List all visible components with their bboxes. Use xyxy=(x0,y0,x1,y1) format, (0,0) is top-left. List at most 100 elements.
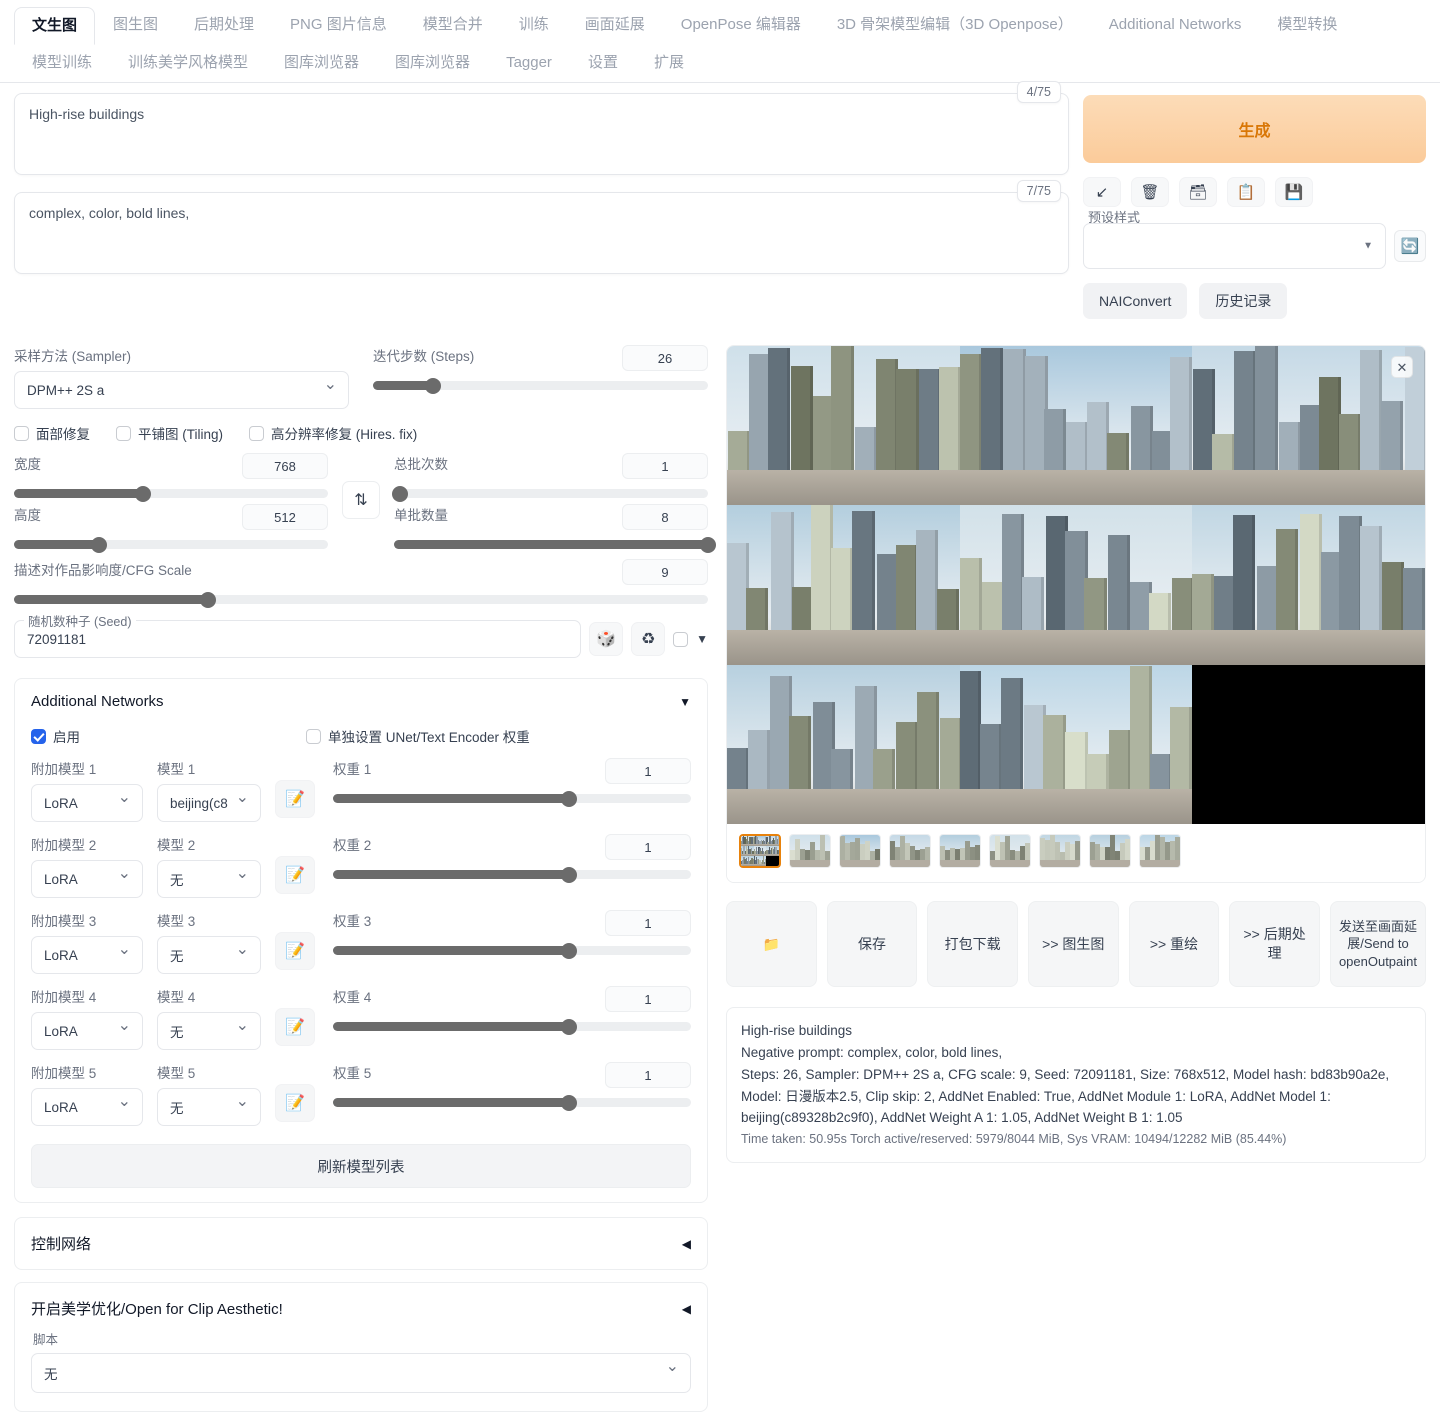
thumbnail-item[interactable] xyxy=(839,834,881,868)
lora-weight-value[interactable]: 1 xyxy=(605,910,691,936)
thumbnail-item[interactable] xyxy=(889,834,931,868)
tab-训练[interactable]: 训练 xyxy=(501,6,567,44)
swap-dimensions-button[interactable]: ⇅ xyxy=(342,481,380,519)
tab-模型训练[interactable]: 模型训练 xyxy=(14,44,110,82)
tab-OpenPose编辑器[interactable]: OpenPose 编辑器 xyxy=(663,6,819,44)
tab-设置[interactable]: 设置 xyxy=(570,44,636,82)
extra-seed-caret-icon[interactable]: ▼ xyxy=(696,632,708,646)
height-value[interactable]: 512 xyxy=(242,504,328,530)
lora-model-select[interactable]: 无 xyxy=(157,1088,261,1126)
height-slider[interactable] xyxy=(14,536,328,553)
lora-module-select[interactable]: LoRA xyxy=(31,936,143,974)
generate-button[interactable]: 生成 xyxy=(1083,95,1426,163)
tab-3D骨架模型编辑3DOpenpose[interactable]: 3D 骨架模型编辑（3D Openpose） xyxy=(819,6,1091,44)
lora-weight-slider[interactable] xyxy=(333,942,691,959)
tab-PNG图片信息[interactable]: PNG 图片信息 xyxy=(272,6,405,44)
clip-aesthetic-accordion[interactable]: 开启美学优化/Open for Clip Aesthetic! ◀ 脚本 无 xyxy=(14,1282,708,1412)
floppy-disk-icon[interactable]: 💾 xyxy=(1275,177,1313,207)
lora-weight-value[interactable]: 1 xyxy=(605,834,691,860)
thumbnail-item[interactable] xyxy=(939,834,981,868)
tab-Tagger[interactable]: Tagger xyxy=(488,44,570,82)
tab-模型合并[interactable]: 模型合并 xyxy=(405,6,501,44)
lora-module-select[interactable]: LoRA xyxy=(31,784,143,822)
cfg-slider[interactable] xyxy=(14,591,708,608)
nai-convert-button[interactable]: NAIConvert xyxy=(1083,283,1188,319)
thumbnail-item[interactable] xyxy=(1089,834,1131,868)
thumbnail-item[interactable] xyxy=(739,834,781,868)
lora-model-select[interactable]: 无 xyxy=(157,936,261,974)
tab-画面延展[interactable]: 画面延展 xyxy=(567,6,663,44)
card-file-box-icon[interactable]: 🗃 xyxy=(1179,177,1217,207)
controlnet-accordion[interactable]: 控制网络 ◀ xyxy=(14,1217,708,1270)
lora-weight-slider[interactable] xyxy=(333,866,691,883)
send-to-openoutpaint-button[interactable]: 发送至画面延展/Send to openOutpaint xyxy=(1329,901,1426,987)
option-checkbox-0[interactable]: 面部修复 xyxy=(14,423,90,443)
thumbnail-item[interactable] xyxy=(989,834,1031,868)
clip-aesthetic-header[interactable]: 开启美学优化/Open for Clip Aesthetic! ◀ xyxy=(31,1298,691,1319)
tab-图库浏览器[interactable]: 图库浏览器 xyxy=(377,44,488,82)
edit-metadata-icon[interactable]: 📝 xyxy=(275,1084,315,1122)
width-value[interactable]: 768 xyxy=(242,453,328,479)
batch-count-slider[interactable] xyxy=(392,485,708,502)
trash-icon[interactable]: 🗑 xyxy=(1131,177,1169,207)
refresh-styles-button[interactable]: 🔄 xyxy=(1394,230,1426,262)
steps-value[interactable]: 26 xyxy=(622,345,708,371)
edit-metadata-icon[interactable]: 📝 xyxy=(275,1008,315,1046)
tab-文生图[interactable]: 文生图 xyxy=(14,7,96,45)
send-to-img2img-button[interactable]: >> 图生图 xyxy=(1027,901,1119,987)
history-button[interactable]: 历史记录 xyxy=(1199,283,1288,319)
batch-size-slider[interactable] xyxy=(394,536,716,553)
thumbnail-item[interactable] xyxy=(1139,834,1181,868)
tab-扩展[interactable]: 扩展 xyxy=(636,44,702,82)
styles-dropdown[interactable]: ▼ xyxy=(1083,223,1386,269)
edit-metadata-icon[interactable]: 📝 xyxy=(275,780,315,818)
lora-module-select[interactable]: LoRA xyxy=(31,860,143,898)
main-image-grid[interactable]: ✕ xyxy=(727,346,1425,824)
script-select[interactable]: 无 xyxy=(31,1353,691,1393)
batch-count-value[interactable]: 1 xyxy=(622,453,708,479)
sampler-select[interactable]: DPM++ 2S a xyxy=(14,371,349,409)
save-button[interactable]: 保存 xyxy=(826,901,918,987)
thumbnail-item[interactable] xyxy=(1039,834,1081,868)
lora-weight-value[interactable]: 1 xyxy=(605,986,691,1012)
tab-图库浏览器[interactable]: 图库浏览器 xyxy=(266,44,377,82)
controlnet-header[interactable]: 控制网络 ◀ xyxy=(31,1233,691,1254)
tab-后期处理[interactable]: 后期处理 xyxy=(176,6,272,44)
lora-weight-slider[interactable] xyxy=(333,790,691,807)
tab-AdditionalNetworks[interactable]: Additional Networks xyxy=(1091,6,1260,44)
clipboard-icon[interactable]: 📋 xyxy=(1227,177,1265,207)
lora-model-select[interactable]: 无 xyxy=(157,860,261,898)
send-to-extras-button[interactable]: >> 后期处理 xyxy=(1229,901,1320,987)
edit-metadata-icon[interactable]: 📝 xyxy=(275,856,315,894)
lora-weight-slider[interactable] xyxy=(333,1018,691,1035)
tab-训练美学风格模型[interactable]: 训练美学风格模型 xyxy=(110,44,266,82)
option-checkbox-1[interactable]: 平铺图 (Tiling) xyxy=(116,423,223,443)
enable-addnet-checkbox[interactable]: 启用 xyxy=(31,726,80,746)
tab-模型转换[interactable]: 模型转换 xyxy=(1259,6,1355,44)
tab-图生图[interactable]: 图生图 xyxy=(95,6,176,44)
chevron-left-icon[interactable]: ◀ xyxy=(682,1237,691,1251)
lora-model-select[interactable]: beijing(c8 xyxy=(157,784,261,822)
positive-prompt-input[interactable] xyxy=(14,93,1069,175)
close-icon[interactable]: ✕ xyxy=(1391,356,1413,378)
lora-module-select[interactable]: LoRA xyxy=(31,1012,143,1050)
thumbnail-item[interactable] xyxy=(789,834,831,868)
extra-seed-checkbox[interactable] xyxy=(673,631,689,647)
cfg-value[interactable]: 9 xyxy=(622,559,708,585)
additional-networks-header[interactable]: Additional Networks ▼ xyxy=(31,693,691,710)
arrow-down-left-icon[interactable]: ↙ xyxy=(1083,177,1121,207)
negative-prompt-input[interactable] xyxy=(14,192,1069,274)
open-folder-button[interactable]: 📁 xyxy=(726,901,817,987)
lora-model-select[interactable]: 无 xyxy=(157,1012,261,1050)
steps-slider[interactable] xyxy=(373,377,708,394)
lora-weight-value[interactable]: 1 xyxy=(605,758,691,784)
chevron-left-icon[interactable]: ◀ xyxy=(682,1302,691,1316)
chevron-down-icon[interactable]: ▼ xyxy=(679,695,691,709)
zip-download-button[interactable]: 打包下载 xyxy=(927,901,1018,987)
lora-weight-slider[interactable] xyxy=(333,1094,691,1111)
edit-metadata-icon[interactable]: 📝 xyxy=(275,932,315,970)
option-checkbox-2[interactable]: 高分辨率修复 (Hires. fix) xyxy=(249,423,417,443)
separate-weights-checkbox[interactable]: 单独设置 UNet/Text Encoder 权重 xyxy=(306,726,530,746)
send-to-inpaint-button[interactable]: >> 重绘 xyxy=(1128,901,1220,987)
lora-weight-value[interactable]: 1 xyxy=(605,1062,691,1088)
